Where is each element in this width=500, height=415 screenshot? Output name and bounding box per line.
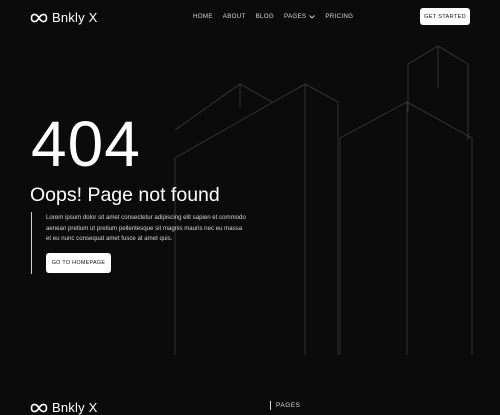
nav-item-blog[interactable]: BLOG (256, 13, 274, 20)
go-to-homepage-button[interactable]: GO TO HOMEPAGE (46, 253, 111, 273)
nav-pages-label: PAGES (284, 13, 307, 20)
brand-logo[interactable]: Bnkly X (30, 10, 97, 25)
main-nav: HOME ABOUT BLOG PAGES PRICING (193, 13, 353, 20)
chevron-down-icon (309, 14, 316, 19)
footer-brand-name: Bnkly X (52, 400, 98, 415)
nav-item-pages[interactable]: PAGES (284, 13, 316, 20)
error-description: Lorem ipsum dolor sit amet consectetur a… (46, 214, 246, 242)
nav-item-home[interactable]: HOME (193, 13, 213, 20)
nav-item-pricing[interactable]: PRICING (325, 13, 353, 20)
footer-brand-logo[interactable]: Bnkly X (30, 400, 97, 415)
page-title: Oops! Page not found (30, 184, 220, 206)
nav-item-about[interactable]: ABOUT (223, 13, 246, 20)
brand-name: Bnkly X (52, 10, 98, 25)
infinity-logo-icon (30, 13, 48, 22)
site-header: Bnkly X HOME ABOUT BLOG PAGES PRICING GE… (0, 0, 500, 34)
footer-pages-heading: PAGES (270, 401, 301, 410)
footer-heading-label: PAGES (276, 402, 301, 409)
error-code: 404 (31, 108, 141, 180)
footer-heading-bar (270, 401, 271, 410)
get-started-button[interactable]: GET STARTED (420, 8, 470, 25)
description-divider (31, 212, 32, 274)
infinity-logo-icon (30, 403, 48, 412)
